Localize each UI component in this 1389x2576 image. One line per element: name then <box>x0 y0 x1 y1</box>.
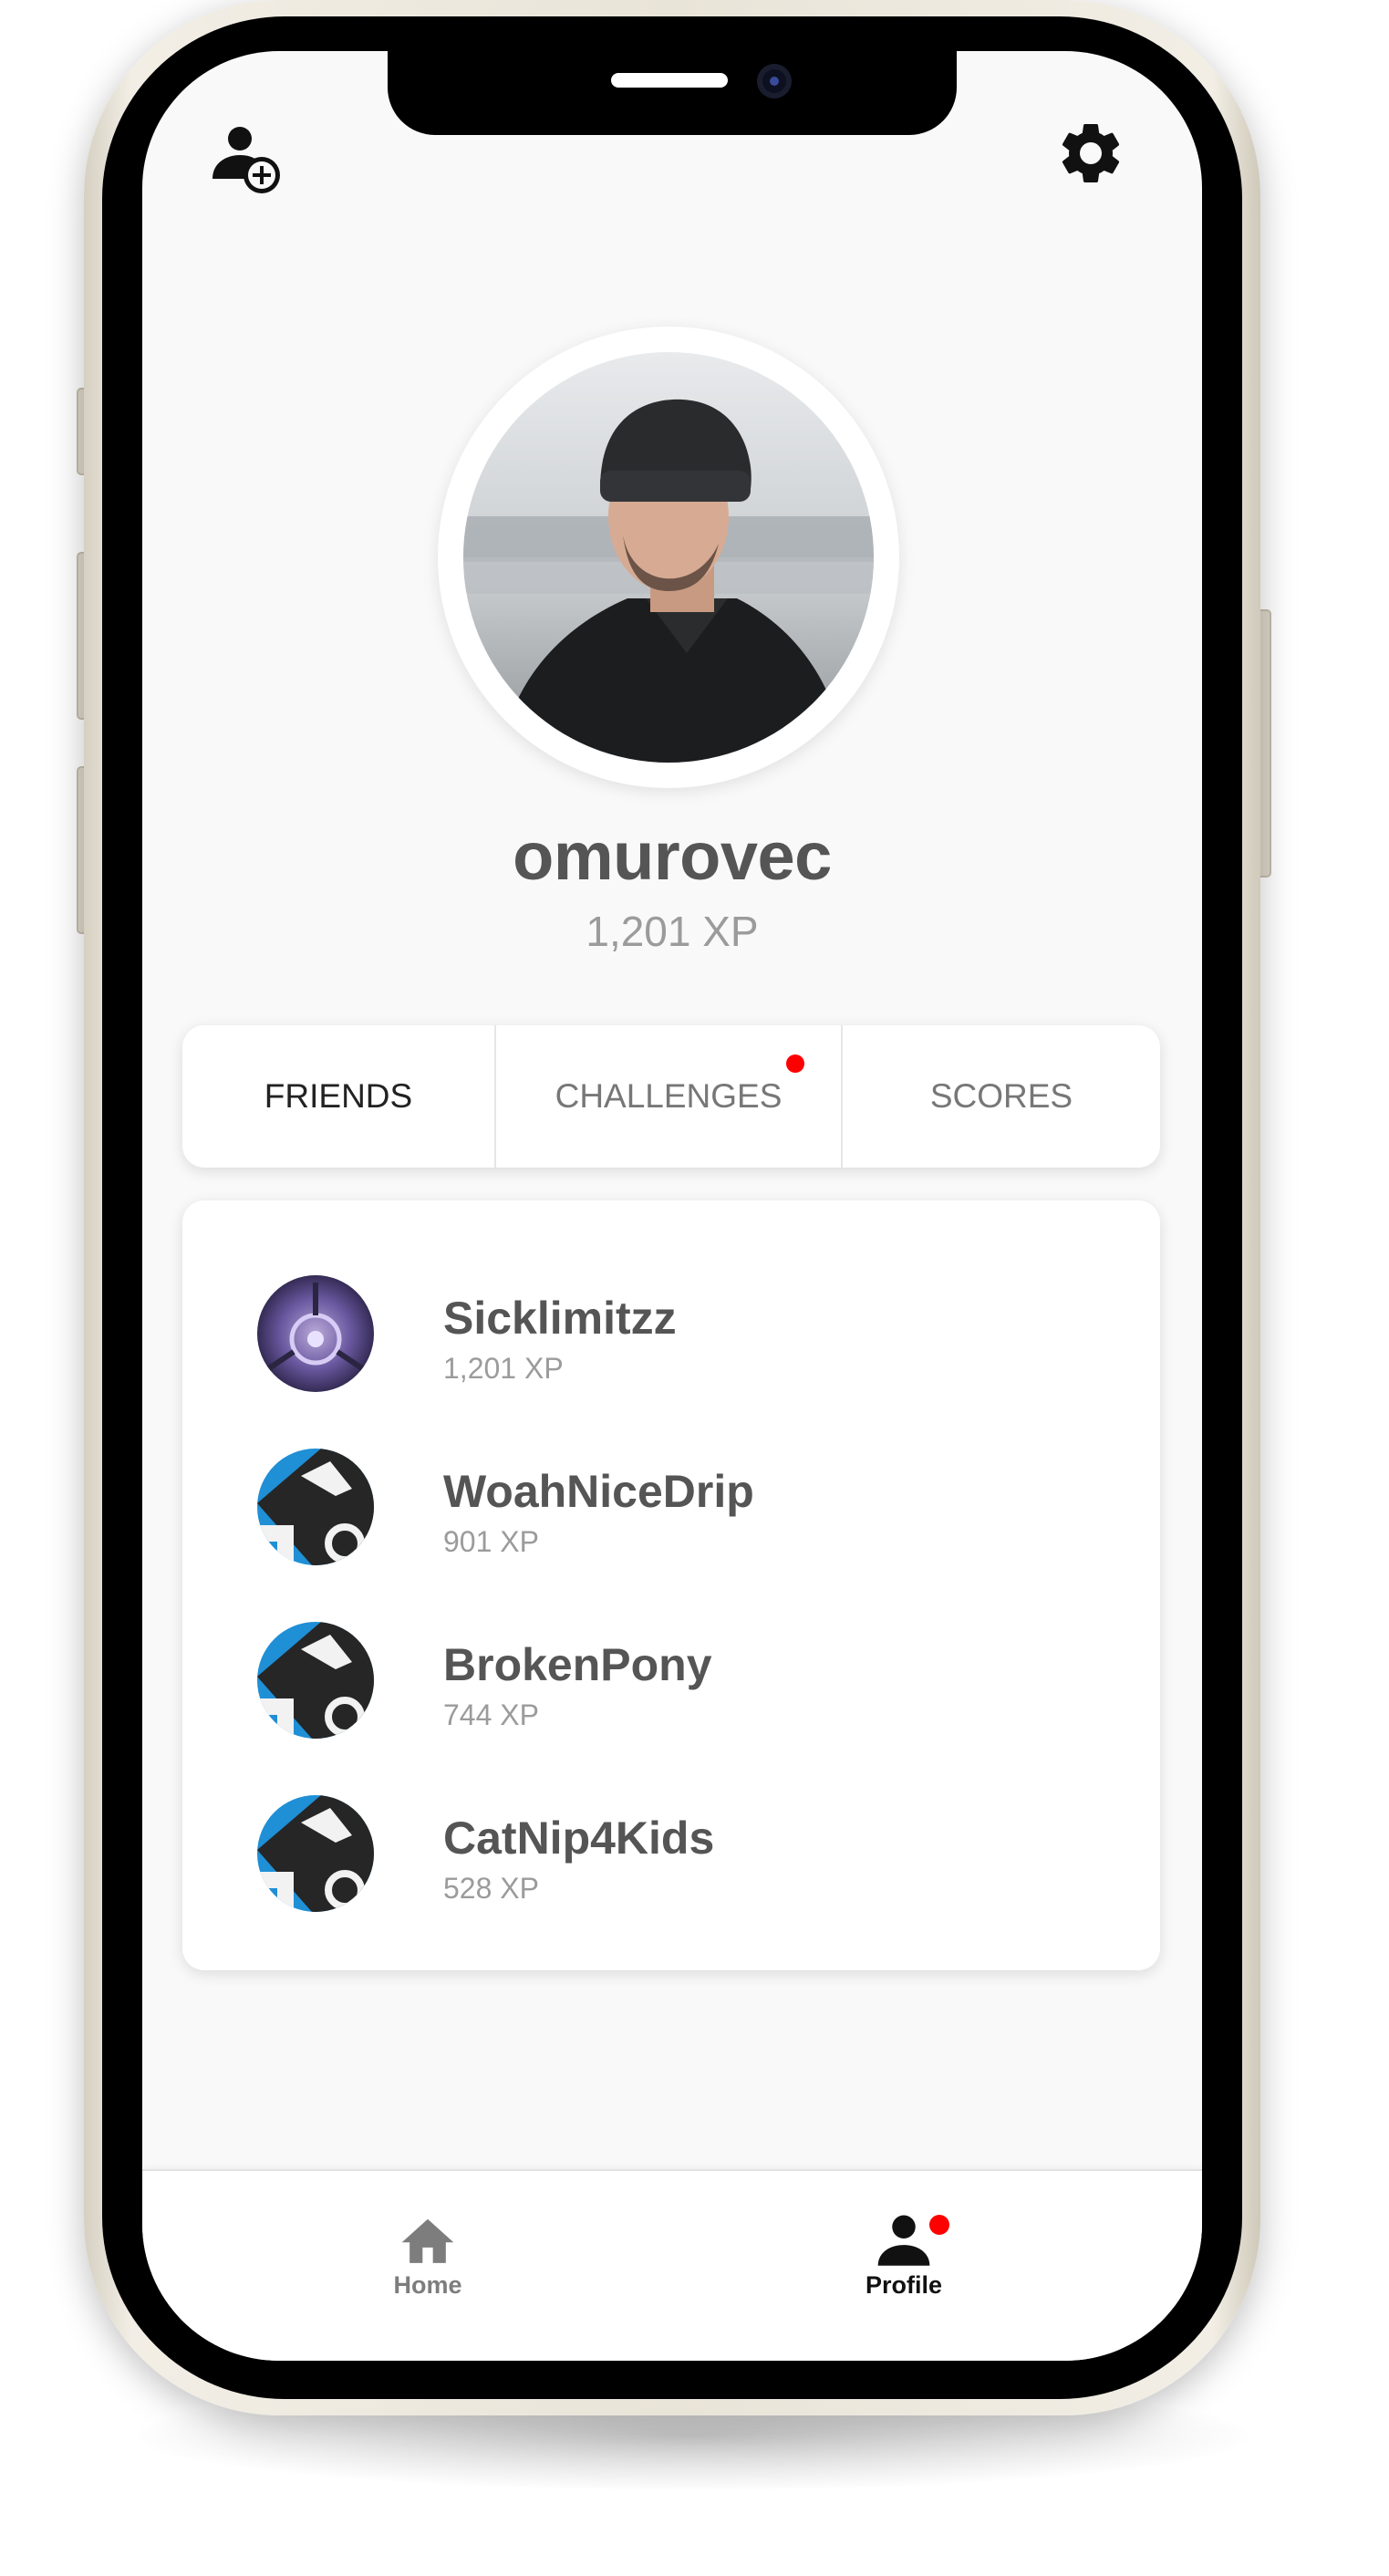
profile-avatar[interactable] <box>463 352 874 763</box>
profile-icon <box>877 2215 930 2266</box>
friend-avatar <box>257 1795 374 1912</box>
friend-xp: 528 XP <box>443 1872 539 1905</box>
friend-avatar <box>257 1622 374 1739</box>
friend-name: CatNip4Kids <box>443 1813 715 1864</box>
gear-icon <box>1062 123 1120 182</box>
front-camera <box>757 64 792 99</box>
list-item[interactable]: CatNip4Kids 528 XP <box>182 1784 1160 1921</box>
list-item[interactable]: Sicklimitzz 1,201 XP <box>182 1264 1160 1401</box>
friend-name: Sicklimitzz <box>443 1293 677 1344</box>
notification-dot <box>786 1054 804 1073</box>
app-screen: omurovec 1,201 XP FRIENDS CHALLENGES SCO… <box>142 51 1202 2361</box>
add-friend-button[interactable] <box>211 124 284 197</box>
nav-profile[interactable]: Profile <box>831 2211 977 2321</box>
notch <box>388 51 957 135</box>
profile-tabs: FRIENDS CHALLENGES SCORES <box>182 1025 1160 1168</box>
friend-name: BrokenPony <box>443 1639 712 1690</box>
friend-xp: 1,201 XP <box>443 1352 564 1385</box>
username: omurovec <box>513 818 832 894</box>
user-xp: 1,201 XP <box>586 908 759 955</box>
home-icon <box>401 2218 454 2263</box>
tab-scores[interactable]: SCORES <box>843 1025 1160 1168</box>
friend-xp: 901 XP <box>443 1525 539 1558</box>
list-item[interactable]: BrokenPony 744 XP <box>182 1611 1160 1748</box>
profile-photo-icon <box>463 352 874 763</box>
speaker <box>611 73 728 88</box>
blue-logo-avatar-icon <box>257 1795 374 1912</box>
purple-orb-avatar-icon <box>257 1275 374 1392</box>
friend-xp: 744 XP <box>443 1698 539 1731</box>
notification-dot <box>929 2215 949 2235</box>
tab-challenges-label: CHALLENGES <box>555 1077 783 1115</box>
nav-home-label: Home <box>393 2271 462 2299</box>
settings-button[interactable] <box>1054 117 1127 190</box>
nav-home[interactable]: Home <box>355 2211 501 2321</box>
friend-name: WoahNiceDrip <box>443 1466 754 1517</box>
list-item[interactable]: WoahNiceDrip 901 XP <box>182 1438 1160 1574</box>
tab-scores-label: SCORES <box>929 1077 1073 1115</box>
nav-profile-label: Profile <box>865 2271 943 2299</box>
friends-list: Sicklimitzz 1,201 XP WoahNiceDrip 901 XP <box>182 1200 1160 1970</box>
bottom-nav: Home Profile <box>142 2169 1202 2361</box>
tab-challenges[interactable]: CHALLENGES <box>496 1025 843 1168</box>
blue-logo-avatar-icon <box>257 1449 374 1565</box>
friend-avatar <box>257 1449 374 1565</box>
blue-logo-avatar-icon <box>257 1622 374 1739</box>
add-friend-icon <box>212 127 280 193</box>
tab-friends-label: FRIENDS <box>264 1077 413 1115</box>
friend-avatar <box>257 1275 374 1392</box>
tab-friends[interactable]: FRIENDS <box>182 1025 496 1168</box>
